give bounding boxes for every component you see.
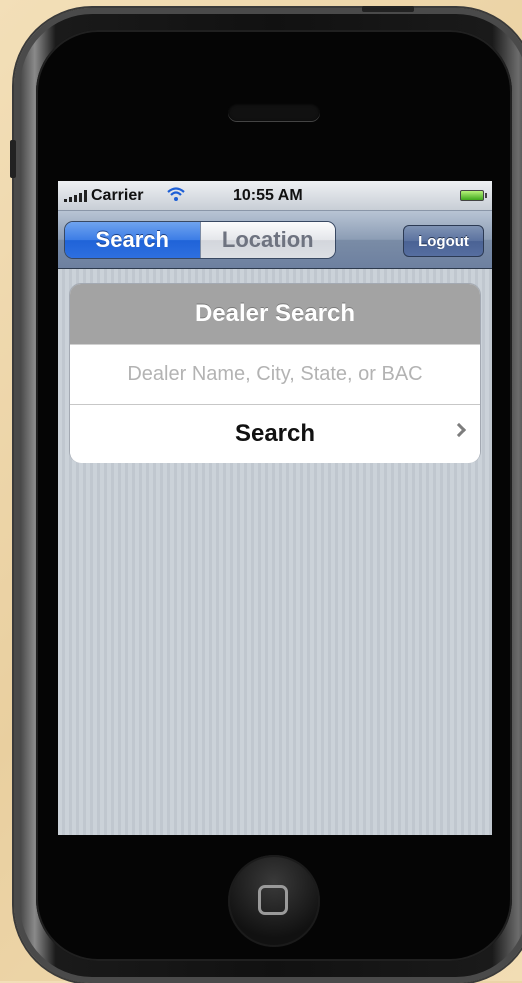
dealer-search-title: Dealer Search [70,284,480,344]
search-row-label: Search [234,420,316,447]
search-row-button[interactable]: Search [70,405,480,462]
dealer-search-card: Dealer Search Search [70,284,480,462]
status-bar: Carrier 10:55 AM [58,181,492,211]
wifi-icon [167,187,185,201]
home-square-icon [258,885,288,915]
logout-button[interactable]: Logout [403,225,484,257]
segmented-control: Search Location [64,221,336,259]
battery-icon [460,190,487,201]
dealer-search-input[interactable] [70,362,480,387]
power-button [362,6,414,12]
chevron-right-icon [451,422,467,438]
signal-icon [64,190,88,202]
volume-button [10,140,16,178]
status-time: 10:55 AM [233,187,303,204]
tab-location[interactable]: Location [199,222,335,258]
tab-search[interactable]: Search [65,222,200,258]
navigation-bar: Search Location Logout [58,211,492,269]
carrier-name: Carrier [91,187,144,204]
home-button[interactable] [228,855,320,947]
dealer-search-row [70,344,480,405]
speaker-grille [228,103,320,121]
app-screen: Carrier 10:55 AM Search Location Logout … [58,181,492,835]
